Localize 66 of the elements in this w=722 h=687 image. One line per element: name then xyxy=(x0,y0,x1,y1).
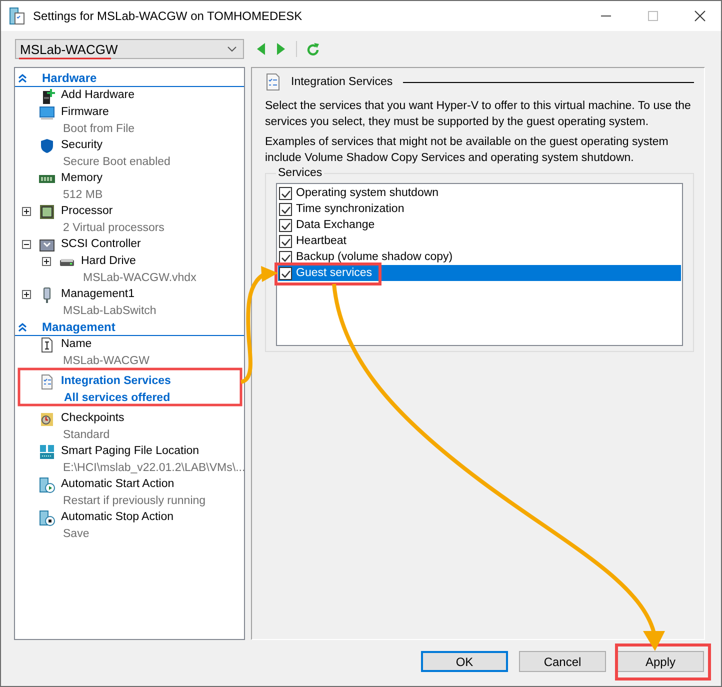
checkbox[interactable] xyxy=(279,266,292,280)
checkbox[interactable] xyxy=(279,250,292,264)
monitor-icon xyxy=(39,105,55,121)
tree-item[interactable]: Memory xyxy=(61,170,103,186)
window-title: Settings for MSLab-WACGW on TOMHOMEDESK xyxy=(33,9,304,23)
tree-item[interactable]: Hard Drive xyxy=(81,253,136,270)
tree-item[interactable]: Name xyxy=(61,336,92,352)
shield-icon xyxy=(39,138,55,154)
stop-icon xyxy=(39,510,55,526)
group-label: Services xyxy=(277,167,324,179)
item-detail: MSLab-LabSwitch xyxy=(63,304,156,318)
cancel-button[interactable]: Cancel xyxy=(519,651,606,672)
tree-item[interactable]: SCSI Controller xyxy=(61,236,141,252)
item-detail: E:\HCI\mslab_v22.01.2\LAB\VMs\... xyxy=(63,460,244,476)
checkbox[interactable] xyxy=(279,218,292,232)
checkbox[interactable] xyxy=(279,202,292,216)
section-header[interactable]: Management xyxy=(15,319,244,336)
ok-button[interactable]: OK xyxy=(421,651,508,672)
checklist-icon xyxy=(265,73,281,91)
app-icon xyxy=(9,7,25,25)
apply-button[interactable]: Apply xyxy=(617,651,704,672)
tree-item[interactable]: Management1 xyxy=(61,286,135,302)
tree-item[interactable]: Checkpoints xyxy=(61,410,124,426)
service-item[interactable]: Heartbeat xyxy=(278,233,681,249)
section-title: Integration Services xyxy=(291,76,393,88)
chevron-down-icon xyxy=(227,46,237,52)
item-detail: Standard xyxy=(63,428,110,442)
checkbox[interactable] xyxy=(279,234,292,248)
checklist-icon xyxy=(39,374,55,390)
controller-icon xyxy=(39,237,55,253)
description-text: Examples of services that might not be available on the guest operating system include Volume Shadow Copy Services and operating system shutdown. xyxy=(265,135,670,166)
item-detail: Save xyxy=(63,526,90,542)
service-item[interactable]: Data Exchange xyxy=(278,217,681,233)
item-detail: Restart if previously running xyxy=(63,494,206,508)
item-detail: 512 MB xyxy=(63,188,103,202)
service-item[interactable]: Backup (volume shadow copy) xyxy=(278,249,681,265)
item-detail: Boot from File xyxy=(63,122,135,136)
service-item[interactable]: Guest services xyxy=(278,265,681,281)
checkbox[interactable] xyxy=(279,186,292,200)
item-detail: MSLab-WACGW.vhdx xyxy=(83,270,196,286)
tree-item[interactable]: Automatic Start Action xyxy=(61,476,174,492)
item-detail: All services offered xyxy=(64,390,170,406)
tree-item[interactable]: Integration Services xyxy=(61,373,171,390)
server-icon xyxy=(39,444,55,460)
tree-item[interactable]: Firmware xyxy=(61,104,109,120)
expand-icon[interactable] xyxy=(42,257,50,266)
description-text: Select the services that you want Hyper-V to offer to this virtual machine. To use the services you select, they must be supported by the guest operating system. xyxy=(265,99,692,130)
section-header[interactable]: Hardware xyxy=(15,70,244,87)
service-item[interactable]: Time synchronization xyxy=(278,201,681,217)
tree-item[interactable]: Add Hardware xyxy=(61,87,135,104)
play-icon xyxy=(39,477,55,493)
vm-dropdown[interactable]: MSLab-WACGW xyxy=(15,39,244,59)
item-detail: MSLab-WACGW xyxy=(63,354,150,368)
tree-item[interactable]: Security xyxy=(61,137,103,154)
item-detail: 2 Virtual processors xyxy=(63,220,164,236)
tree-item[interactable]: Smart Paging File Location xyxy=(61,443,200,460)
expand-icon[interactable] xyxy=(22,207,30,216)
tree-item[interactable]: Automatic Stop Action xyxy=(61,509,174,526)
service-item[interactable]: Operating system shutdown xyxy=(278,185,681,201)
chip-icon xyxy=(39,204,55,220)
text-cursor-icon xyxy=(39,337,55,353)
expand-icon[interactable] xyxy=(22,290,30,299)
collapse-icon[interactable] xyxy=(22,240,30,249)
checkpoint-icon xyxy=(39,411,55,427)
item-detail: Secure Boot enabled xyxy=(63,154,170,170)
tree-item[interactable]: Processor xyxy=(61,203,113,220)
